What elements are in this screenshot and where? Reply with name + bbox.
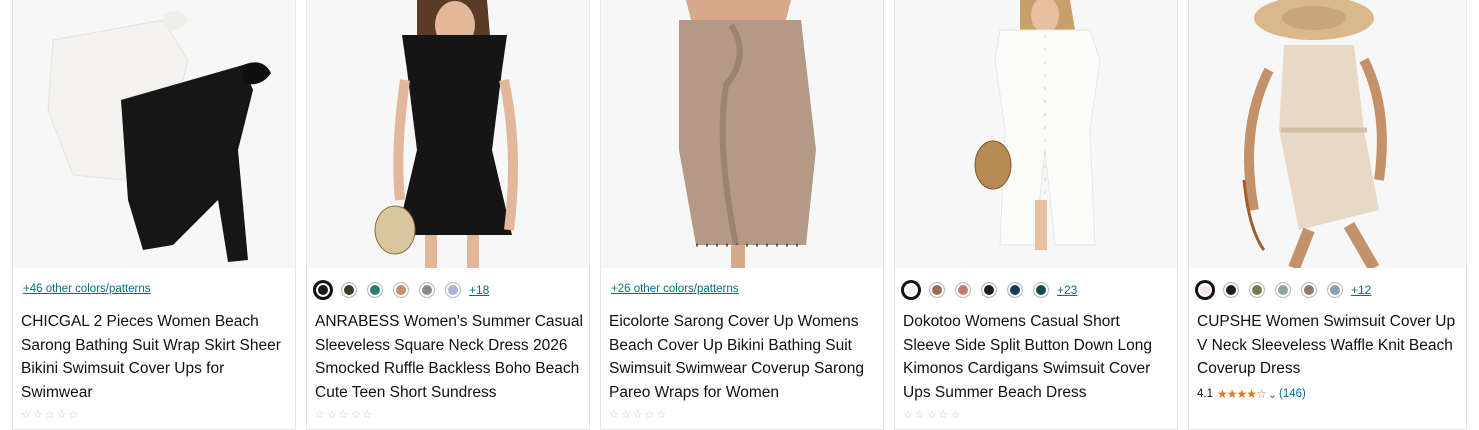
more-colors-link[interactable]: +23 [1057,283,1077,297]
review-count-link[interactable]: (146) [1279,388,1306,400]
product-image[interactable] [13,0,295,268]
product-card[interactable]: +23 Dokotoo Womens Casual Short Sleeve S… [894,0,1178,430]
color-swatch[interactable] [955,282,971,298]
color-swatch[interactable] [1223,282,1239,298]
product-card[interactable]: +12 CUPSHE Women Swimsuit Cover Up V Nec… [1188,0,1467,430]
color-swatch[interactable] [341,282,357,298]
product-grid: +46 other colors/patterns CHICGAL 2 Piec… [0,0,1479,430]
color-swatch[interactable] [1327,282,1343,298]
color-swatches: +18 [315,279,489,301]
color-swatch[interactable] [929,282,945,298]
other-colors-link[interactable]: +46 other colors/patterns [23,283,151,295]
color-swatch[interactable] [393,282,409,298]
color-swatch[interactable] [1249,282,1265,298]
rating-row: 4.1 ★★★★☆ ⌄ (146) [1197,387,1306,401]
more-colors-link[interactable]: +18 [469,283,489,297]
product-title[interactable]: Dokotoo Womens Casual Short Sleeve Side … [903,310,1171,404]
product-title[interactable]: ANRABESS Women's Summer Casual Sleeveles… [315,310,583,404]
color-swatches: +12 [1197,279,1371,301]
rating-value: 4.1 [1197,388,1213,400]
product-image[interactable] [307,0,589,268]
product-title[interactable]: CHICGAL 2 Pieces Women Beach Sarong Bath… [21,310,289,404]
color-swatch[interactable] [1007,282,1023,298]
chevron-down-icon[interactable]: ⌄ [1268,388,1277,401]
product-image[interactable] [601,0,883,268]
product-title[interactable]: CUPSHE Women Swimsuit Cover Up V Neck Sl… [1197,310,1465,381]
color-swatch[interactable] [1301,282,1317,298]
color-swatch[interactable] [315,282,331,298]
product-card[interactable]: +46 other colors/patterns CHICGAL 2 Piec… [12,0,296,430]
product-card[interactable]: +26 other colors/patterns Eicolorte Saro… [600,0,884,430]
color-swatches: +23 [903,279,1077,301]
color-swatch[interactable] [981,282,997,298]
product-image[interactable] [895,0,1177,268]
color-swatch[interactable] [445,282,461,298]
other-colors-link[interactable]: +26 other colors/patterns [611,283,739,295]
star-rating-icon[interactable]: ★★★★☆ [1217,387,1267,401]
color-swatch[interactable] [1197,282,1213,298]
color-swatch[interactable] [367,282,383,298]
product-card[interactable]: +18 ANRABESS Women's Summer Casual Sleev… [306,0,590,430]
color-swatch[interactable] [1275,282,1291,298]
product-title[interactable]: Eicolorte Sarong Cover Up Womens Beach C… [609,310,877,404]
color-swatch[interactable] [903,282,919,298]
more-colors-link[interactable]: +12 [1351,283,1371,297]
color-swatch[interactable] [1033,282,1049,298]
color-swatch[interactable] [419,282,435,298]
product-image[interactable] [1189,0,1466,268]
